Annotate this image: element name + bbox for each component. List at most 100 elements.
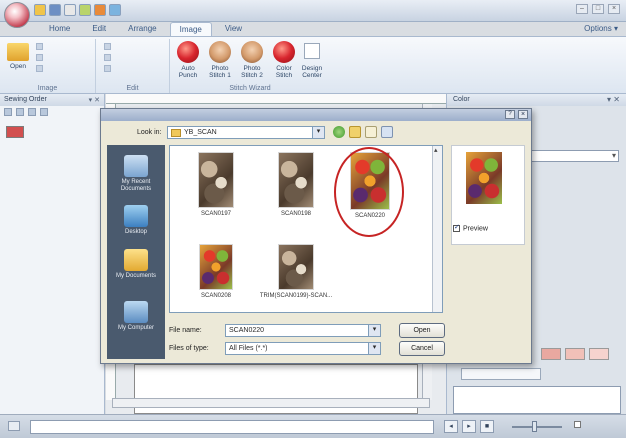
ribbon-group-edit: Edit [96, 39, 170, 93]
slider-icon [36, 65, 43, 72]
recent-documents-icon [124, 155, 148, 177]
file-type-dropdown[interactable]: All Files (*.*) ▾ [225, 342, 381, 355]
my-computer-icon [124, 301, 148, 323]
chevron-down-icon[interactable]: ▾ [368, 343, 380, 354]
small-action-icon [104, 54, 111, 61]
zoom-slider-thumb[interactable] [532, 421, 537, 432]
status-icon[interactable] [8, 421, 20, 431]
chevron-down-icon[interactable]: ▾ [312, 127, 324, 138]
sewing-order-header: Sewing Order ▾ ✕ [0, 94, 104, 106]
chevron-down-icon[interactable]: ▾ [368, 325, 380, 336]
title-bar: – □ × [0, 0, 626, 22]
open-button[interactable]: Open [399, 323, 445, 338]
place-recent-documents[interactable]: My Recent Documents [107, 155, 165, 193]
ribbon-small-button[interactable] [36, 54, 45, 61]
close-window-button[interactable]: × [608, 4, 620, 14]
face-icon [209, 41, 231, 63]
maximize-button[interactable]: □ [592, 4, 604, 14]
stop-icon[interactable]: ◂ [444, 420, 458, 433]
ribbon-slider[interactable] [36, 65, 45, 72]
color-stitch-button[interactable]: Color Stitch [270, 41, 298, 79]
cancel-button[interactable]: Cancel [399, 341, 445, 356]
qat-open-icon[interactable] [64, 4, 76, 16]
ribbon-group-stitch-wizard: Auto Punch Photo Stitch 1 Photo Stitch 2… [170, 39, 330, 93]
qat-customize-icon[interactable] [109, 4, 121, 16]
qat-undo-icon[interactable] [79, 4, 91, 16]
close-icon[interactable]: ▾ ✕ [607, 95, 620, 104]
look-in-label: Look in: [137, 129, 162, 136]
sewing-order-pane: Sewing Order ▾ ✕ [0, 94, 105, 414]
ribbon-tabs: Home Edit Arrange Image View [40, 22, 251, 36]
canvas-horizontal-scrollbar[interactable] [112, 398, 430, 408]
color-swatch[interactable] [541, 348, 561, 360]
auto-punch-button[interactable]: Auto Punch [174, 41, 202, 79]
place-my-computer[interactable]: My Computer [107, 301, 165, 332]
zoom-slider[interactable] [512, 426, 562, 428]
color-swatch[interactable] [565, 348, 585, 360]
pin-icon[interactable]: ▾ ✕ [89, 96, 100, 104]
small-action-icon [104, 43, 111, 50]
tab-home[interactable]: Home [40, 22, 79, 36]
open-file-dialog: ? × Look in: YB_SCAN ▾ My Recent Documen… [100, 108, 532, 364]
move-down-icon[interactable] [28, 108, 36, 116]
file-thumbnail [199, 244, 233, 290]
sort-icon[interactable] [4, 108, 12, 116]
back-icon[interactable] [333, 126, 345, 138]
tab-view[interactable]: View [216, 22, 251, 36]
qat-new-icon[interactable] [34, 4, 46, 16]
preview-checkbox[interactable]: Preview [453, 223, 488, 232]
tab-image[interactable]: Image [169, 22, 212, 36]
color-action-button[interactable] [461, 368, 541, 380]
open-image-button[interactable]: Open [6, 43, 30, 70]
places-bar: My Recent Documents Desktop My Documents… [107, 145, 165, 359]
file-list: SCAN0197 SCAN0198 SCAN0220 SCAN0208 TRIM… [169, 145, 443, 313]
file-item[interactable]: SCAN0208 [178, 244, 254, 299]
photo-stitch-1-button[interactable]: Photo Stitch 1 [206, 41, 234, 79]
help-button[interactable]: ? [505, 110, 515, 119]
look-in-dropdown[interactable]: YB_SCAN ▾ [167, 126, 325, 139]
color-list [453, 386, 621, 414]
record-icon[interactable]: ■ [480, 420, 494, 433]
place-desktop[interactable]: Desktop [107, 205, 165, 236]
delete-icon[interactable] [40, 108, 48, 116]
file-item[interactable]: TRIM(SCAN0199)-SCAN... [258, 244, 334, 299]
qat-redo-icon[interactable] [94, 4, 106, 16]
minimize-button[interactable]: – [576, 4, 588, 14]
application-menu-button[interactable] [4, 2, 30, 28]
place-my-documents[interactable]: My Documents [107, 249, 165, 280]
tab-arrange[interactable]: Arrange [119, 22, 165, 36]
desktop-icon [124, 205, 148, 227]
ribbon-group-image: Open Image [0, 39, 96, 93]
file-list-scrollbar[interactable] [432, 146, 442, 312]
qat-save-icon[interactable] [49, 4, 61, 16]
realistic-view-checkbox[interactable] [574, 421, 583, 428]
dialog-nav-toolbar [333, 126, 393, 138]
selection-highlight-circle [334, 147, 404, 237]
sewing-order-toolbar [0, 106, 104, 118]
move-up-icon[interactable] [16, 108, 24, 116]
close-dialog-button[interactable]: × [518, 110, 528, 119]
color-swatch[interactable] [589, 348, 609, 360]
up-folder-icon[interactable] [349, 126, 361, 138]
file-item[interactable]: SCAN0197 [178, 152, 254, 217]
ribbon-small-button[interactable] [36, 43, 45, 50]
sewing-order-thumbnail[interactable] [6, 126, 24, 138]
photo-stitch-2-button[interactable]: Photo Stitch 2 [238, 41, 266, 79]
color-swatches [541, 348, 609, 360]
design-center-icon [304, 43, 320, 59]
view-menu-icon[interactable] [381, 126, 393, 138]
quick-access-toolbar [34, 4, 121, 16]
file-item[interactable]: SCAN0198 [258, 152, 334, 217]
ribbon: Open Image Edit Auto Punch Photo Stitch … [0, 36, 626, 94]
design-center-button[interactable]: Design Center [298, 41, 326, 79]
play-icon[interactable]: ▸ [462, 420, 476, 433]
file-name-field[interactable]: SCAN0220 ▾ [225, 324, 381, 337]
top-ruler [106, 94, 446, 104]
tab-edit[interactable]: Edit [83, 22, 115, 36]
ribbon-small-button[interactable] [104, 43, 113, 50]
new-folder-icon[interactable] [365, 126, 377, 138]
ribbon-small-button[interactable] [104, 65, 113, 72]
options-button[interactable]: Options ▾ [584, 24, 618, 33]
ribbon-small-button[interactable] [104, 54, 113, 61]
file-thumbnail [278, 152, 314, 208]
